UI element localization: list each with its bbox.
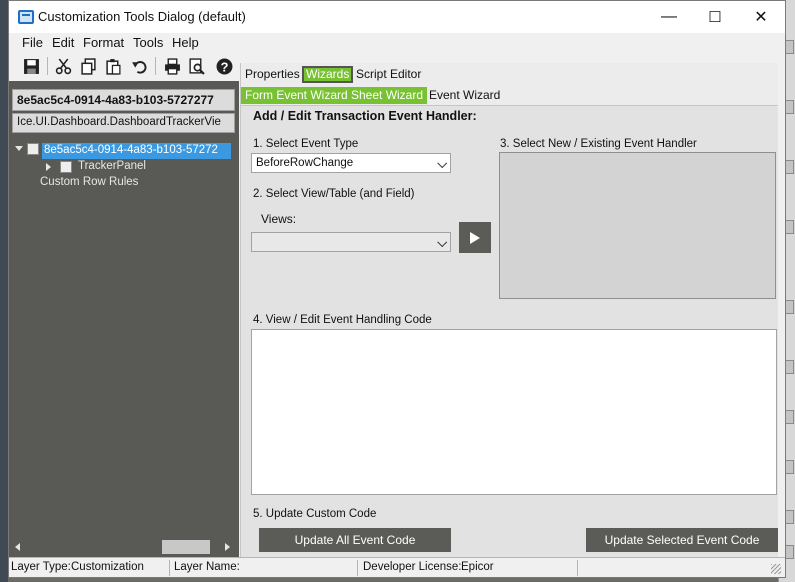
close-button[interactable]: ✕ (738, 1, 784, 33)
menu-edit[interactable]: Edit (52, 35, 74, 50)
views-label: Views: (261, 212, 297, 226)
svg-text:?: ? (220, 59, 228, 74)
print-icon[interactable] (161, 55, 183, 77)
scroll-left-icon[interactable] (15, 543, 20, 551)
tab-properties[interactable]: Properties (241, 66, 304, 83)
toolbar-separator (155, 57, 156, 75)
background-app-strip (0, 0, 8, 582)
maximize-button[interactable]: ☐ (692, 1, 738, 33)
step4-label: 4. View / Edit Event Handling Code (253, 314, 432, 326)
add-handler-button[interactable] (459, 222, 491, 253)
status-divider (577, 560, 578, 576)
expand-icon[interactable] (46, 163, 51, 171)
tree-row-child[interactable]: TrackerPanel (12, 159, 231, 175)
tab-event-wizard[interactable]: Event Wizard (425, 87, 504, 104)
chevron-down-icon (437, 158, 448, 169)
node-checkbox[interactable] (27, 143, 39, 155)
selected-node-title: 8e5ac5c4-0914-4a83-b103-5727277 (12, 89, 235, 111)
undo-icon[interactable] (128, 55, 150, 77)
menu-help[interactable]: Help (172, 35, 199, 50)
print-preview-icon[interactable] (185, 55, 207, 77)
license-label: Developer License: (363, 561, 462, 573)
step2-label: 2. Select View/Table (and Field) (253, 188, 415, 200)
minimize-button[interactable]: — (646, 1, 692, 33)
update-all-event-code-button[interactable]: Update All Event Code (259, 528, 451, 552)
layer-name-label: Layer Name: (174, 561, 240, 573)
tree-node-extra[interactable]: Custom Row Rules (40, 176, 138, 192)
license-value: Epicor (461, 561, 494, 573)
play-arrow-icon (470, 231, 480, 244)
paste-icon[interactable] (102, 55, 124, 77)
wizard-tabs: Form Event Wizard Sheet Wizard Event Wiz… (241, 84, 778, 106)
app-icon (18, 10, 34, 24)
window-title: Customization Tools Dialog (default) (38, 9, 246, 24)
views-select[interactable] (251, 232, 451, 252)
status-divider (169, 560, 170, 576)
copy-icon[interactable] (77, 55, 99, 77)
save-icon[interactable] (20, 55, 42, 77)
help-icon[interactable]: ? (213, 55, 235, 77)
status-divider (357, 560, 358, 576)
menu-format[interactable]: Format (83, 35, 124, 50)
control-tree: 8e5ac5c4-0914-4a83-b103-57272 TrackerPan… (12, 139, 235, 539)
form-heading: Add / Edit Transaction Event Handler: (253, 109, 477, 123)
node-checkbox[interactable] (60, 161, 72, 173)
event-code-textarea[interactable] (251, 329, 777, 495)
event-handler-list[interactable] (499, 152, 776, 299)
object-explorer-panel: 8e5ac5c4-0914-4a83-b103-5727277 Ice.UI.D… (9, 81, 239, 557)
tab-form-event-wizard[interactable]: Form Event Wizard (241, 87, 352, 104)
selected-node-class: Ice.UI.Dashboard.DashboardTrackerVie (12, 113, 235, 133)
tree-horizontal-scrollbar[interactable] (12, 539, 235, 556)
title-bar: Customization Tools Dialog (default) — ☐… (9, 1, 785, 33)
collapse-icon[interactable] (15, 146, 23, 151)
chevron-down-icon (437, 237, 448, 248)
cut-icon[interactable] (52, 55, 74, 77)
step1-label: 1. Select Event Type (253, 138, 359, 150)
tree-row-root[interactable]: 8e5ac5c4-0914-4a83-b103-57272 (12, 141, 231, 159)
resize-grip-icon[interactable] (771, 564, 781, 574)
customization-tools-dialog: Customization Tools Dialog (default) — ☐… (8, 0, 786, 578)
menu-file[interactable]: File (22, 35, 43, 50)
step5-label: 5. Update Custom Code (253, 508, 377, 520)
tree-node-child[interactable]: TrackerPanel (78, 160, 146, 172)
event-handler-form: Add / Edit Transaction Event Handler: 1.… (241, 107, 778, 557)
update-selected-event-code-button[interactable]: Update Selected Event Code (586, 528, 778, 552)
event-type-value: BeforeRowChange (256, 157, 354, 169)
step3-label: 3. Select New / Existing Event Handler (500, 138, 697, 150)
tab-script-editor[interactable]: Script Editor (352, 66, 425, 83)
menu-tools[interactable]: Tools (133, 35, 163, 50)
status-bar: Layer Type: Customization Layer Name: De… (9, 557, 785, 577)
scroll-right-icon[interactable] (225, 543, 230, 551)
menu-bar: File Edit Format Tools Help (9, 33, 785, 53)
tree-node-root[interactable]: 8e5ac5c4-0914-4a83-b103-57272 (42, 143, 231, 159)
scroll-thumb[interactable] (162, 540, 210, 554)
layer-type-value: Customization (71, 561, 144, 573)
layer-type-label: Layer Type: (11, 561, 71, 573)
event-type-select[interactable]: BeforeRowChange (251, 153, 451, 173)
toolbar-separator (47, 57, 48, 75)
main-tabs: Properties Wizards Script Editor (241, 63, 778, 85)
wizard-panel: Properties Wizards Script Editor Form Ev… (240, 63, 778, 557)
tab-wizards[interactable]: Wizards (302, 66, 354, 83)
tab-sheet-wizard[interactable]: Sheet Wizard (347, 87, 428, 104)
